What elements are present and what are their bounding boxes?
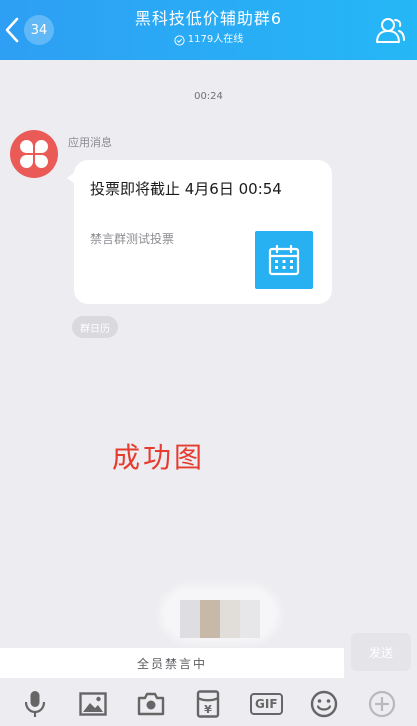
muted-input-bar: 全员禁言中 bbox=[0, 648, 344, 678]
camera-button[interactable] bbox=[133, 686, 169, 722]
more-button[interactable] bbox=[364, 686, 400, 722]
mosaic-block bbox=[220, 600, 240, 638]
emoji-button[interactable] bbox=[306, 686, 342, 722]
unread-count-badge: 34 bbox=[24, 15, 54, 45]
message-timestamp: 00:24 bbox=[194, 91, 223, 102]
calendar-icon bbox=[255, 231, 313, 289]
group-title: 黑科技低价辅助群6 bbox=[134, 9, 283, 28]
mosaic-block bbox=[180, 600, 200, 638]
camera-icon bbox=[137, 692, 164, 716]
image-icon bbox=[79, 692, 107, 716]
microphone-icon bbox=[24, 691, 46, 717]
back-button[interactable]: 34 bbox=[4, 10, 58, 50]
header-title-area[interactable]: 黑科技低价辅助群6 1179人在线 bbox=[80, 8, 337, 47]
gif-icon: GIF bbox=[250, 693, 283, 715]
success-overlay-text: 成功图 bbox=[112, 441, 206, 474]
clover-icon bbox=[20, 140, 48, 168]
check-circle-icon bbox=[174, 34, 185, 46]
group-members-button[interactable] bbox=[375, 16, 405, 44]
card-description: 禁言群测试投票 bbox=[90, 232, 175, 246]
card-title: 投票即将截止 4月6日 00:54 bbox=[90, 180, 282, 198]
gif-button[interactable]: GIF bbox=[248, 686, 284, 722]
sender-name: 应用消息 bbox=[68, 136, 112, 149]
red-packet-icon: ¥ bbox=[197, 690, 220, 718]
online-count: 1179人在线 bbox=[187, 34, 244, 45]
red-packet-button[interactable]: ¥ bbox=[190, 686, 226, 722]
members-icon bbox=[376, 18, 405, 43]
input-toolbar: ¥ GIF bbox=[0, 682, 417, 726]
voice-button[interactable] bbox=[17, 686, 53, 722]
mosaic-block bbox=[240, 600, 260, 638]
chat-header: 34 黑科技低价辅助群6 1179人在线 bbox=[0, 0, 417, 60]
source-tag[interactable]: 群日历 bbox=[72, 316, 118, 338]
bubble-tail bbox=[67, 172, 75, 184]
vote-message-card[interactable]: 投票即将截止 4月6日 00:54 禁言群测试投票 bbox=[67, 160, 332, 304]
plus-circle-icon bbox=[368, 690, 396, 718]
send-button[interactable]: 发送 bbox=[351, 633, 411, 671]
svg-text:¥: ¥ bbox=[205, 703, 213, 716]
image-button[interactable] bbox=[75, 686, 111, 722]
chevron-left-icon bbox=[5, 17, 19, 43]
app-avatar[interactable] bbox=[10, 130, 58, 178]
mosaic-block bbox=[200, 600, 220, 638]
smiley-icon bbox=[310, 690, 338, 718]
online-status: 1179人在线 bbox=[80, 33, 337, 47]
